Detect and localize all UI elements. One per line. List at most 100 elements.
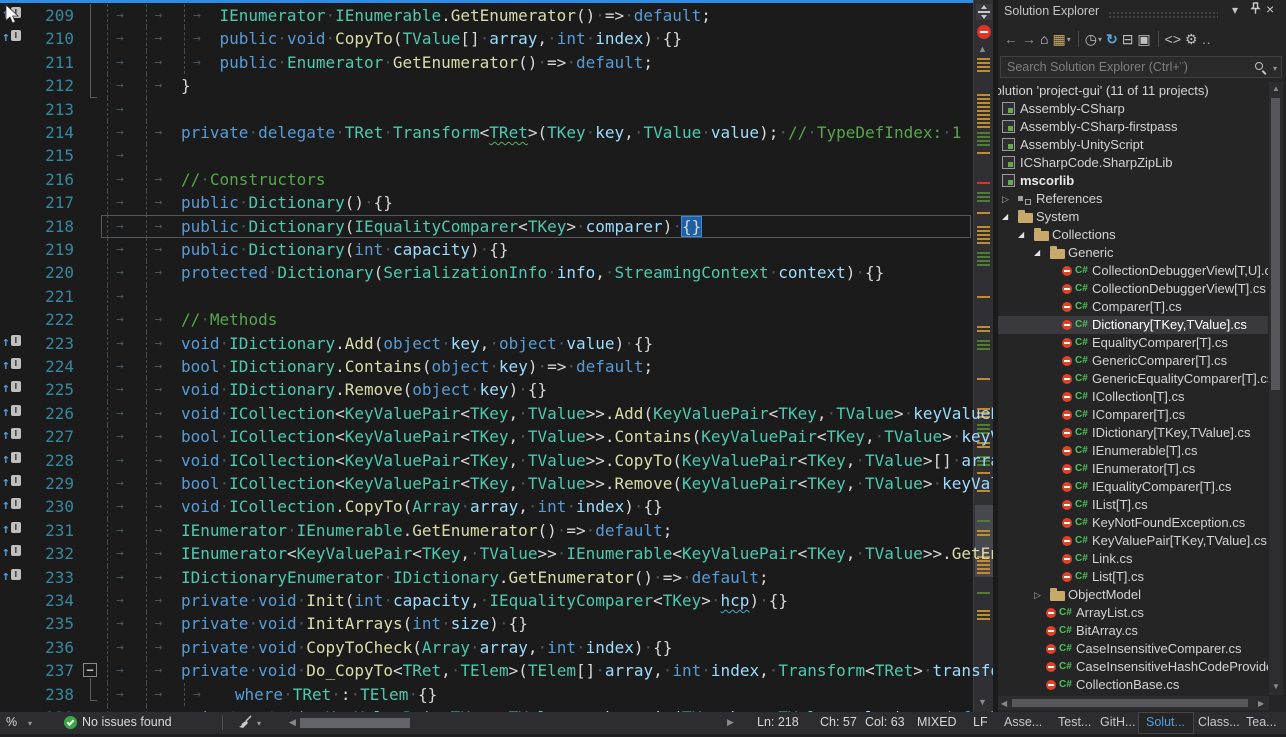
tree-item-collectiondebuggerview-t-u-cs[interactable]: C#CollectionDebuggerView[T,U].cs — [998, 262, 1268, 280]
tree-item-mscorlib[interactable]: ◢mscorlib — [998, 172, 1268, 190]
tree-item-references[interactable]: ▷References — [998, 190, 1268, 208]
code-line[interactable]: private·void·CopyToCheck(Array·array,·in… — [181, 636, 672, 659]
scroll-left-icon[interactable]: ◀ — [1001, 699, 1007, 708]
scroll-left-icon[interactable]: ◀ — [289, 717, 296, 728]
tree-item-collectionbase-cs[interactable]: C#CollectionBase.cs — [998, 676, 1268, 694]
code-line[interactable]: IEnumerator·IEnumerable.GetEnumerator()·… — [181, 519, 672, 542]
line-number[interactable]: 235 — [18, 612, 74, 635]
collapse-all-icon[interactable]: ⊟ — [1122, 31, 1134, 48]
splitter-handle-icon[interactable] — [976, 4, 992, 20]
panel-horizontal-scrollbar[interactable]: ◀ ▶ — [998, 696, 1269, 710]
panel-tab-test[interactable]: Test... — [1058, 715, 1091, 729]
inheritance-margin-icon[interactable]: ↑I — [2, 379, 22, 395]
scroll-right-icon[interactable]: ▶ — [1258, 699, 1264, 708]
refresh-icon[interactable]: ↻ — [1106, 31, 1118, 48]
scroll-right-icon[interactable]: ▶ — [727, 717, 734, 728]
tree-item-ienumerable-t-cs[interactable]: C#IEnumerable[T].cs — [998, 442, 1268, 460]
inheritance-margin-icon[interactable]: ↑I — [2, 567, 22, 583]
tree-item-collectiondebuggerview-t-cs[interactable]: C#CollectionDebuggerView[T].cs — [998, 280, 1268, 298]
tree-item-assembly-csharp[interactable]: Assembly-CSharp — [998, 100, 1268, 118]
switch-views-icon[interactable]: ▦▾ — [1052, 31, 1070, 48]
code-line[interactable]: public·Enumerator·GetEnumerator()·=>·def… — [220, 51, 654, 74]
zoom-dropdown-icon[interactable]: ▾ — [28, 719, 32, 728]
code-line[interactable]: void·IDictionary.Add(object·key,·object·… — [181, 332, 653, 355]
line-number[interactable]: 211 — [18, 51, 74, 74]
tree-item-list-t-cs[interactable]: C#List[T].cs — [998, 568, 1268, 586]
line-number[interactable]: 216 — [18, 168, 74, 191]
tree-item-assembly-csharp-firstpass[interactable]: Assembly-CSharp-firstpass — [998, 118, 1268, 136]
line-number[interactable]: 219 — [18, 238, 74, 261]
panel-tab-gith[interactable]: GitH... — [1100, 715, 1135, 729]
line-number[interactable]: 222 — [18, 308, 74, 331]
code-line[interactable]: where·TRet·:·TElem·{} — [235, 683, 437, 706]
line-number[interactable]: 228 — [18, 449, 74, 472]
tree-item-ilist-t-cs[interactable]: C#IList[T].cs — [998, 496, 1268, 514]
horizontal-scrollbar-thumb[interactable] — [300, 718, 410, 728]
line-number[interactable]: 229 — [18, 472, 74, 495]
line-number[interactable]: 218 — [18, 215, 74, 238]
back-icon[interactable]: ← — [1004, 31, 1018, 47]
scroll-up-icon[interactable]: ▲ — [1272, 84, 1280, 93]
tree-item-arraylist-cs[interactable]: C#ArrayList.cs — [998, 604, 1268, 622]
line-number[interactable]: 230 — [18, 495, 74, 518]
code-line[interactable]: public·void·CopyTo(TValue[]·array,·int·i… — [220, 27, 682, 50]
pending-changes-filter-icon[interactable]: ◷▾ — [1085, 31, 1102, 48]
panel-tab-solut[interactable]: Solut... — [1146, 715, 1185, 729]
panel-tab-tea[interactable]: Tea... — [1246, 715, 1277, 729]
inheritance-margin-icon[interactable]: ↑I — [2, 473, 22, 489]
tree-item-collections[interactable]: ◢Collections — [998, 226, 1268, 244]
code-editor[interactable]: 209↑I→→→IEnumerator·IEnumerable.GetEnume… — [0, 0, 993, 712]
tree-item-system[interactable]: ◢System — [998, 208, 1268, 226]
tree-item-caseinsensitivecomparer-cs[interactable]: C#CaseInsensitiveComparer.cs — [998, 640, 1268, 658]
code-line[interactable]: void·ICollection<KeyValuePair<TKey,·TVal… — [181, 449, 993, 472]
issues-status-label[interactable]: No issues found — [82, 715, 172, 729]
tree-item-ienumerator-t-cs[interactable]: C#IEnumerator[T].cs — [998, 460, 1268, 478]
editor-vertical-scrollbar[interactable]: ▲ ▼ — [973, 0, 993, 712]
tree-item-link-cs[interactable]: C#Link.cs — [998, 550, 1268, 568]
code-line[interactable]: private·static·KeyValuePair<TKey,·TValue… — [181, 706, 993, 712]
line-number[interactable]: 213 — [18, 98, 74, 121]
code-line[interactable]: public·Dictionary()·{} — [181, 191, 393, 214]
tree-item-icsharpcode-sharpziplib[interactable]: ICSharpCode.SharpZipLib — [998, 154, 1268, 172]
line-number[interactable]: 234 — [18, 589, 74, 612]
search-dropdown-icon[interactable]: ▾ — [1273, 64, 1277, 73]
tree-item-iequalitycomparer-t-cs[interactable]: C#IEqualityComparer[T].cs — [998, 478, 1268, 496]
panel-tab-class[interactable]: Class... — [1198, 715, 1240, 729]
code-line[interactable]: void·ICollection.CopyTo(Array·array,·int… — [181, 495, 663, 518]
tree-item-icomparer-t-cs[interactable]: C#IComparer[T].cs — [998, 406, 1268, 424]
code-line[interactable]: //·Methods — [181, 308, 277, 331]
line-number[interactable]: 233 — [18, 566, 74, 589]
tree-item-genericcomparer-t-cs[interactable]: C#GenericComparer[T].cs — [998, 352, 1268, 370]
inheritance-margin-icon[interactable]: ↑I — [2, 520, 22, 536]
inheritance-margin-icon[interactable]: ↑I — [2, 450, 22, 466]
inheritance-margin-icon[interactable]: ↑I — [2, 496, 22, 512]
pin-icon[interactable] — [1250, 2, 1261, 18]
tree-item-bitarray-cs[interactable]: C#BitArray.cs — [998, 622, 1268, 640]
tree-item-dictionary-tkey-tvalue-cs[interactable]: C#Dictionary[TKey,TValue].cs — [998, 316, 1268, 334]
scroll-up-icon[interactable]: ▲ — [978, 44, 987, 54]
line-number[interactable]: 225 — [18, 378, 74, 401]
tree-item-solution-project-gui-11-of-11-projects-[interactable]: Solution 'project-gui' (11 of 11 project… — [998, 82, 1268, 100]
panel-tab-asse[interactable]: Asse... — [1004, 715, 1042, 729]
preview-selected-icon[interactable]: ▣ — [1137, 31, 1150, 48]
line-number[interactable]: 221 — [18, 285, 74, 308]
health-check-icon[interactable] — [64, 716, 77, 729]
line-number[interactable]: 224 — [18, 355, 74, 378]
tree-item-equalitycomparer-t-cs[interactable]: C#EqualityComparer[T].cs — [998, 334, 1268, 352]
scrollbar-thumb[interactable] — [1271, 98, 1280, 390]
search-input[interactable]: Search Solution Explorer (Ctrl+¨) ▾ — [1000, 56, 1282, 78]
chevron-expanded-icon[interactable]: ◢ — [1034, 248, 1040, 257]
line-number[interactable]: 231 — [18, 519, 74, 542]
code-line[interactable]: private·void·Init(int·capacity,·IEqualit… — [181, 589, 788, 612]
code-line[interactable]: private·void·Do_CopyTo<TRet,·TElem>(TEle… — [181, 659, 993, 682]
code-line[interactable]: bool·ICollection<KeyValuePair<TKey,·TVal… — [181, 472, 993, 495]
code-line[interactable]: IEnumerator<KeyValuePair<TKey,·TValue>>·… — [181, 542, 993, 565]
view-code-icon[interactable]: <> — [1165, 31, 1181, 47]
code-line[interactable]: IEnumerator·IEnumerable.GetEnumerator()·… — [220, 4, 711, 27]
code-cleanup-dropdown-icon[interactable]: ▾ — [257, 719, 261, 728]
code-line[interactable]: void·ICollection<KeyValuePair<TKey,·TVal… — [181, 402, 993, 425]
properties-icon[interactable]: ⚙ — [1185, 31, 1198, 48]
inheritance-margin-icon[interactable]: ↑I — [2, 543, 22, 559]
tree-item-keyvaluepair-tkey-tvalue-cs[interactable]: C#KeyValuePair[TKey,TValue].cs — [998, 532, 1268, 550]
inheritance-margin-icon[interactable]: ↑I — [2, 403, 22, 419]
